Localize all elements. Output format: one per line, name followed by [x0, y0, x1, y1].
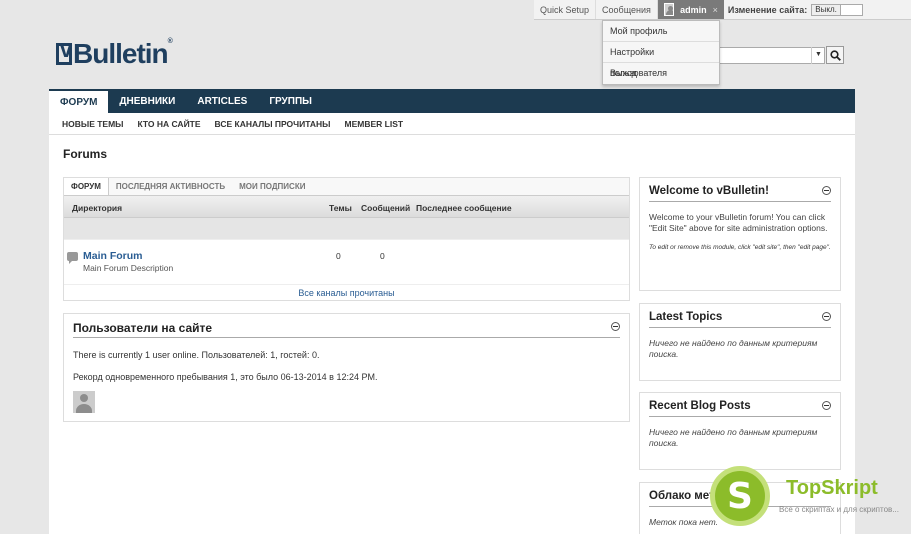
online-box-title: Пользователи на сайте: [73, 314, 620, 338]
tab-groups[interactable]: ГРУППЫ: [258, 89, 323, 113]
forum-tabs: ФОРУМ ПОСЛЕДНЯЯ АКТИВНОСТЬ МОИ ПОДПИСКИ: [64, 178, 629, 196]
edit-site-toggle[interactable]: Выкл.: [811, 4, 864, 16]
topskript-logo-icon: S: [710, 466, 770, 526]
quick-setup-link[interactable]: Quick Setup: [534, 0, 597, 19]
menu-item-user-settings[interactable]: Настройки пользователя: [603, 42, 719, 78]
vbulletin-logo[interactable]: Bulletin®: [56, 37, 173, 70]
collapse-icon[interactable]: [822, 401, 831, 410]
avatar[interactable]: [73, 391, 95, 413]
recent-blog-module: Recent Blog Posts Ничего не найдено по д…: [639, 392, 841, 470]
search-button[interactable]: [826, 46, 844, 64]
column-threads: Темы: [329, 203, 352, 213]
table-row: Main Forum Main Forum Description 0 0: [64, 240, 629, 280]
search-icon: [829, 49, 841, 61]
recent-blog-title: Recent Blog Posts: [649, 393, 831, 417]
mark-all-read-link[interactable]: Все каналы прочитаны: [64, 284, 629, 300]
tab-articles[interactable]: ARTICLES: [186, 89, 258, 113]
edit-site-label: Изменение сайта:: [727, 4, 808, 15]
column-last-post: Последнее сообщение: [416, 203, 512, 213]
username-label: admin: [680, 4, 707, 15]
whos-online-box: Пользователи на сайте There is currently…: [63, 313, 630, 422]
welcome-title-text: Welcome to vBulletin!: [649, 185, 769, 197]
latest-topics-module: Latest Topics Ничего не найдено по данны…: [639, 303, 841, 381]
collapse-icon[interactable]: [822, 312, 831, 321]
watermark-name: TopSkript: [786, 477, 878, 499]
online-box-title-text: Пользователи на сайте: [73, 321, 213, 335]
welcome-note: To edit or remove this module, click "ed…: [649, 244, 831, 252]
forum-post-count: 0: [380, 251, 385, 261]
user-menu-button[interactable]: admin ×: [657, 0, 724, 19]
close-icon[interactable]: ×: [713, 5, 718, 15]
messages-link[interactable]: Сообщения: [596, 0, 658, 19]
forum-thread-count: 0: [336, 251, 341, 261]
welcome-module: Welcome to vBulletin! Welcome to your vB…: [639, 177, 841, 291]
tag-cloud-title-text: Облако мет: [649, 490, 715, 502]
online-count-text: There is currently 1 user online. Пользо…: [73, 350, 320, 360]
latest-topics-title: Latest Topics: [649, 304, 831, 328]
online-record-text: Рекорд одновременного пребывания 1, это …: [73, 372, 378, 382]
recent-blog-empty: Ничего не найдено по данным критериям по…: [649, 427, 818, 449]
forum-status-icon: [67, 252, 78, 264]
welcome-title: Welcome to vBulletin!: [649, 178, 831, 202]
forum-description: Main Forum Description: [83, 263, 174, 273]
page-title: Forums: [63, 147, 108, 161]
subnav-who-online[interactable]: КТО НА САЙТЕ: [131, 119, 208, 129]
sub-nav: НОВЫЕ ТЕМЫ КТО НА САЙТЕ ВСЕ КАНАЛЫ ПРОЧИ…: [49, 113, 855, 135]
tab-my-subscriptions[interactable]: МОИ ПОДПИСКИ: [232, 178, 312, 195]
forum-title-link[interactable]: Main Forum: [83, 250, 143, 262]
recent-blog-title-text: Recent Blog Posts: [649, 400, 751, 412]
tab-latest-activity[interactable]: ПОСЛЕДНЯЯ АКТИВНОСТЬ: [109, 178, 232, 195]
column-directory: Директория: [72, 203, 123, 213]
latest-topics-title-text: Latest Topics: [649, 311, 723, 323]
subnav-new-topics[interactable]: НОВЫЕ ТЕМЫ: [55, 119, 131, 129]
subnav-mark-read[interactable]: ВСЕ КАНАЛЫ ПРОЧИТАНЫ: [208, 119, 338, 129]
subnav-member-list[interactable]: MEMBER LIST: [338, 119, 411, 129]
watermark-letter: S: [727, 475, 753, 517]
user-avatar-icon: [663, 3, 675, 16]
search-input[interactable]: [719, 47, 825, 64]
watermark-tagline: Все о скриптах и для скриптов...: [779, 505, 899, 514]
search-options-dropdown[interactable]: ▼: [811, 47, 825, 64]
tab-forum[interactable]: ФОРУМ: [49, 91, 109, 113]
menu-item-profile[interactable]: Мой профиль: [603, 21, 719, 42]
tab-blogs[interactable]: ДНЕВНИКИ: [108, 89, 186, 113]
main-nav: ФОРУМ ДНЕВНИКИ ARTICLES ГРУППЫ: [49, 89, 855, 113]
forum-list-box: ФОРУМ ПОСЛЕДНЯЯ АКТИВНОСТЬ МОИ ПОДПИСКИ …: [63, 177, 630, 301]
toggle-value: Выкл.: [812, 5, 841, 15]
logo-v-icon: [56, 37, 72, 65]
collapse-icon[interactable]: [822, 186, 831, 195]
column-posts: Сообщений: [361, 203, 411, 213]
top-bar: Quick Setup Сообщения admin × Изменение …: [534, 0, 911, 20]
user-dropdown-menu: Мой профиль Настройки пользователя Выход: [602, 20, 720, 85]
logo-tm: ®: [167, 38, 173, 45]
forum-category-row: [64, 218, 629, 240]
latest-topics-empty: Ничего не найдено по данным критериям по…: [649, 338, 818, 360]
logo-text: Bulletin: [73, 38, 169, 69]
forum-table-header: Директория Темы Сообщений Последнее сооб…: [64, 196, 629, 218]
collapse-icon[interactable]: [611, 322, 620, 331]
tab-forum-list[interactable]: ФОРУМ: [64, 178, 109, 195]
welcome-body: Welcome to your vBulletin forum! You can…: [649, 212, 828, 234]
